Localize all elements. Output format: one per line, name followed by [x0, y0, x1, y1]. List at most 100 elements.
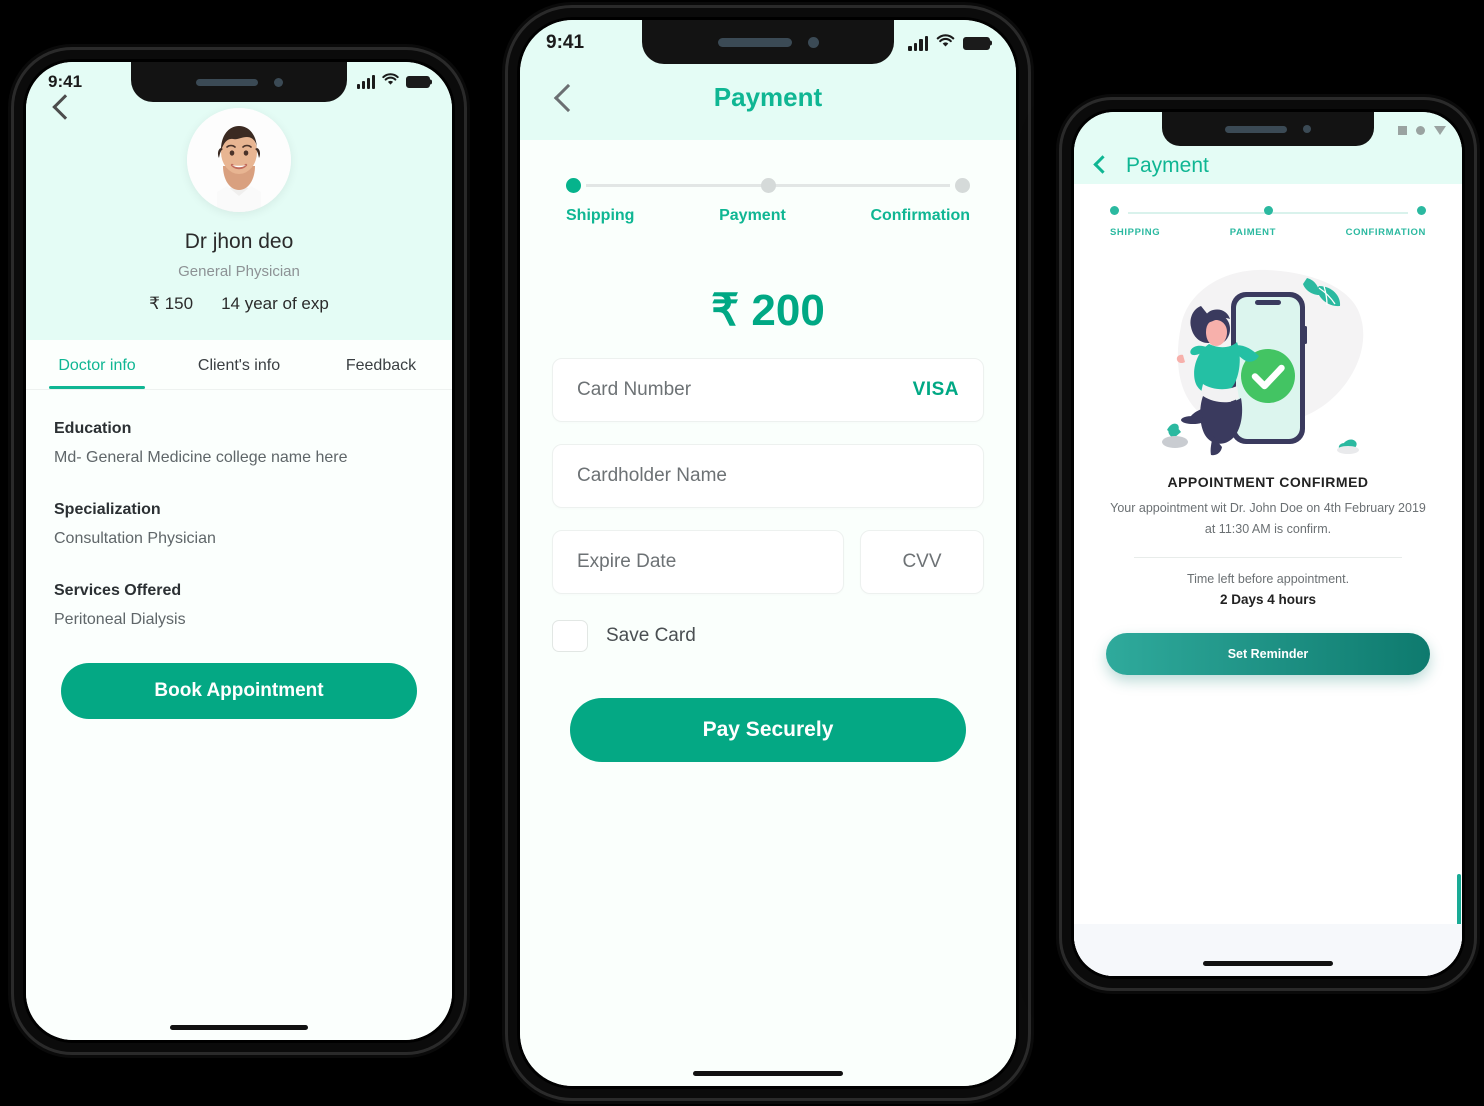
step-label-shipping: SHIPPING — [1110, 227, 1161, 238]
save-card-row[interactable]: Save Card — [552, 620, 984, 652]
phone2-bezel: 9:41 Payment Shipping Payment Confirmati… — [517, 17, 1019, 1089]
step-label-shipping: Shipping — [566, 207, 635, 224]
front-camera-icon — [1303, 125, 1311, 133]
back-chevron-icon[interactable] — [1093, 155, 1112, 174]
expire-date-input[interactable]: Expire Date — [552, 530, 844, 594]
cvv-placeholder: CVV — [902, 551, 942, 572]
section-education: Education Md- General Medicine college n… — [54, 420, 424, 467]
doctor-meta: ₹ 150 14 year of exp — [26, 294, 452, 314]
earpiece-speaker — [717, 37, 792, 47]
phone-confirmation: Payment SHIPPING PAIMENT CONFIRMATION AP… — [1062, 100, 1474, 988]
visa-brand-icon: VISA — [912, 379, 959, 400]
home-indicator — [170, 1025, 308, 1030]
earpiece-speaker — [195, 78, 258, 86]
phone1-bezel: 9:41 Dr jhon deo General Physician ₹ 150… — [23, 59, 455, 1043]
cvv-input[interactable]: CVV — [860, 530, 984, 594]
home-indicator — [693, 1071, 843, 1076]
doctor-avatar — [187, 108, 291, 212]
stepper-nodes — [1110, 206, 1426, 215]
doctor-specialty: General Physician — [178, 263, 300, 280]
section-services-offered: Services Offered Peritoneal Dialysis — [54, 582, 424, 629]
step-node-shipping[interactable] — [1110, 206, 1119, 215]
step-node-confirmation[interactable] — [955, 178, 970, 193]
wifi-icon — [936, 33, 955, 53]
doctor-hero: 9:41 Dr jhon deo General Physician ₹ 150… — [26, 62, 452, 340]
section-specialization: Specialization Consultation Physician — [54, 501, 424, 548]
save-card-checkbox[interactable] — [552, 620, 588, 652]
confirmation-body: SHIPPING PAIMENT CONFIRMATION APPOINTMEN… — [1074, 184, 1462, 976]
card-number-input[interactable]: Card Number VISA — [552, 358, 984, 422]
section-value: Consultation Physician — [54, 530, 216, 547]
page-title: Payment — [1126, 154, 1209, 177]
doctor-experience: 14 year of exp — [221, 294, 329, 313]
payment-body: Shipping Payment Confirmation ₹ 200 Card… — [520, 140, 1016, 1086]
phone1-screen: 9:41 Dr jhon deo General Physician ₹ 150… — [26, 62, 452, 1040]
home-indicator — [1203, 961, 1333, 966]
tab-clients-info[interactable]: Client's info — [168, 340, 310, 389]
doctor-info-panel: Education Md- General Medicine college n… — [26, 390, 452, 1040]
status-icons — [1398, 125, 1446, 135]
confirmation-header: Payment — [1074, 112, 1462, 184]
section-value: Md- General Medicine college name here — [54, 449, 348, 466]
tab-feedback[interactable]: Feedback — [310, 340, 452, 389]
divider — [1134, 556, 1402, 558]
front-camera-icon — [807, 36, 819, 48]
triangle-down-icon — [1434, 125, 1446, 135]
stepper-nodes — [566, 178, 970, 193]
stepper-labels: SHIPPING PAIMENT CONFIRMATION — [1110, 227, 1426, 238]
pay-securely-button[interactable]: Pay Securely — [570, 698, 966, 762]
save-card-label: Save Card — [606, 625, 696, 646]
tab-doctor-info[interactable]: Doctor info — [26, 340, 168, 389]
step-label-payment: Payment — [719, 207, 786, 224]
time-left-value: 2 Days 4 hours — [1219, 591, 1317, 607]
time-left-label: Time left before appointment. — [1186, 571, 1350, 586]
set-reminder-button[interactable]: Set Reminder — [1106, 632, 1430, 675]
cellular-signal-icon — [357, 75, 375, 89]
confirmation-message: Your appointment wit Dr. John Doe on 4th… — [1110, 501, 1426, 537]
earpiece-speaker — [1225, 125, 1287, 133]
section-value: Peritoneal Dialysis — [54, 611, 186, 628]
payment-header: 9:41 Payment — [520, 20, 1016, 140]
status-time: 9:41 — [48, 72, 83, 91]
confirmation-title: APPOINTMENT CONFIRMED — [1167, 474, 1369, 490]
doctor-fee: ₹ 150 — [149, 294, 194, 313]
battery-icon — [406, 76, 430, 88]
status-time: 9:41 — [546, 32, 585, 53]
status-icons — [908, 33, 990, 53]
step-node-shipping[interactable] — [566, 178, 581, 193]
front-camera-icon — [273, 77, 283, 87]
step-label-confirmation: CONFIRMATION — [1345, 227, 1426, 238]
phone2-screen: 9:41 Payment Shipping Payment Confirmati… — [520, 20, 1016, 1086]
appointment-confirmed-illustration — [1094, 244, 1442, 464]
wifi-icon — [382, 73, 399, 91]
doctor-name: Dr jhon deo — [184, 230, 294, 253]
profile-tabs: Doctor info Client's info Feedback — [26, 340, 452, 390]
expire-date-placeholder: Expire Date — [577, 551, 677, 572]
checkout-stepper: Shipping Payment Confirmation — [552, 140, 984, 225]
screens-showcase: 9:41 Dr jhon deo General Physician ₹ 150… — [0, 0, 1484, 1106]
cardholder-name-placeholder: Cardholder Name — [577, 465, 727, 486]
page-title: Payment — [713, 82, 823, 112]
step-label-confirmation: Confirmation — [870, 207, 970, 224]
section-heading: Education — [54, 420, 132, 437]
cardholder-name-input[interactable]: Cardholder Name — [552, 444, 984, 508]
phone3-screen: Payment SHIPPING PAIMENT CONFIRMATION AP… — [1074, 112, 1462, 976]
phone1-notch — [131, 62, 347, 102]
battery-icon — [963, 36, 990, 50]
section-heading: Services Offered — [54, 582, 182, 599]
phone3-bezel: Payment SHIPPING PAIMENT CONFIRMATION AP… — [1071, 109, 1465, 979]
phone-payment: 9:41 Payment Shipping Payment Confirmati… — [508, 8, 1028, 1098]
status-icons — [357, 73, 430, 91]
circle-icon — [1416, 125, 1425, 135]
book-appointment-button[interactable]: Book Appointment — [61, 663, 417, 719]
step-node-paiment[interactable] — [1263, 206, 1273, 215]
stepper-labels: Shipping Payment Confirmation — [566, 207, 970, 225]
checkout-stepper: SHIPPING PAIMENT CONFIRMATION — [1094, 184, 1442, 238]
step-label-paiment: PAIMENT — [1229, 227, 1277, 238]
step-node-confirmation[interactable] — [1417, 206, 1426, 215]
square-icon — [1398, 125, 1407, 135]
phone2-notch — [642, 20, 894, 64]
step-node-payment[interactable] — [760, 178, 776, 193]
payment-amount: ₹ 200 — [711, 286, 825, 335]
cellular-signal-icon — [908, 35, 928, 51]
